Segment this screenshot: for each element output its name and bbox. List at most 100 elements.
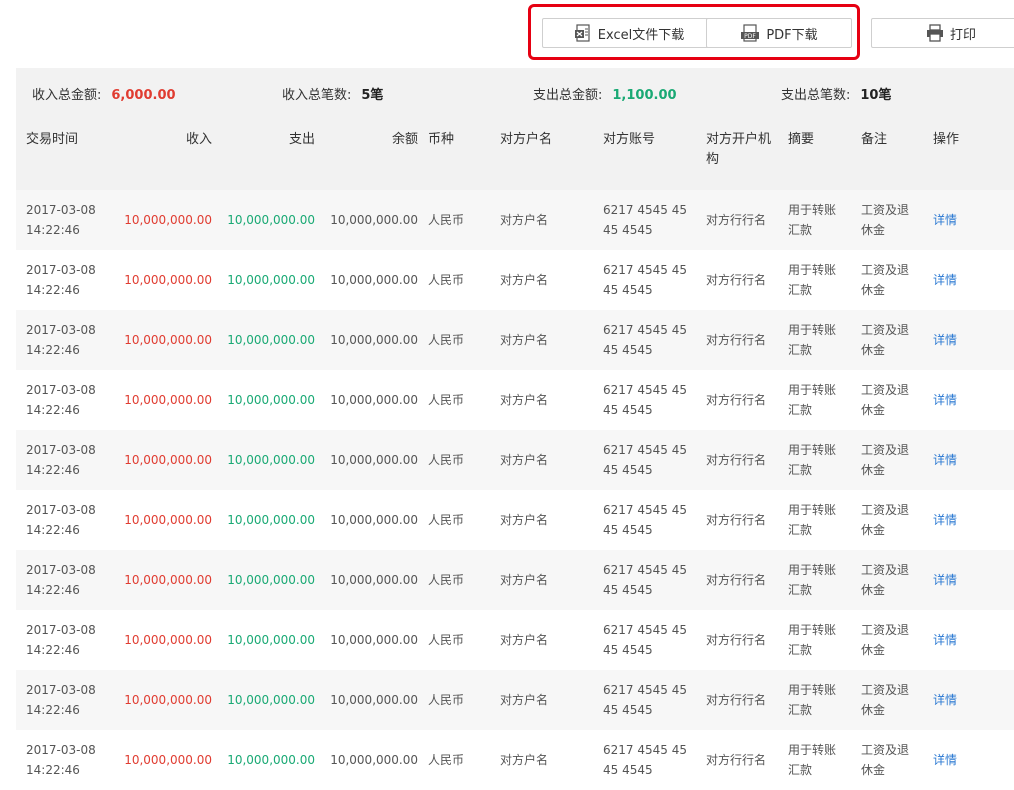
cell-summary: 用于转账汇款: [778, 250, 851, 310]
print-label: 打印: [949, 27, 976, 43]
cell-counterparty-name-text: 对方户名: [500, 333, 549, 347]
transaction-time: 14:22:46: [26, 643, 80, 657]
cell-counterparty-name-text: 对方户名: [500, 753, 549, 767]
transaction-time: 14:22:46: [26, 763, 80, 777]
transaction-time: 14:22:46: [26, 463, 80, 477]
cell-remark-text: 工资及退休金: [861, 743, 910, 777]
column-header-counterparty-name: 对方户名: [490, 118, 593, 190]
cell-expense: 10,000,000.00: [212, 190, 315, 250]
income-total-value: 6,000.00: [111, 88, 176, 103]
cell-expense: 10,000,000.00: [212, 670, 315, 730]
excel-file-icon: [574, 24, 592, 42]
cell-expense-text: 10,000,000.00: [227, 393, 315, 407]
cell-counterparty-name-text: 对方户名: [500, 633, 549, 647]
cell-datetime: 2017-03-08 14:22:46: [16, 430, 111, 490]
detail-link[interactable]: 详情: [933, 333, 957, 347]
detail-link[interactable]: 详情: [933, 753, 957, 767]
cell-remark: 工资及退休金: [851, 610, 923, 670]
cell-balance-text: 10,000,000.00: [330, 693, 418, 707]
column-header-action: 操作: [923, 118, 1014, 190]
cell-counterparty-bank: 对方行行名: [696, 550, 778, 610]
table-row: 2017-03-08 14:22:46 10,000,000.00 10,000,00…: [16, 250, 1014, 310]
cell-income-text: 10,000,000.00: [124, 213, 212, 227]
cell-counterparty-bank: 对方行行名: [696, 250, 778, 310]
transaction-date: 2017-03-08: [26, 503, 96, 517]
table-row: 2017-03-08 14:22:46 10,000,000.00 10,000,00…: [16, 430, 1014, 490]
expense-total-value: 1,100.00: [612, 88, 677, 103]
pdf-download-button[interactable]: PDF PDF下载: [706, 18, 852, 48]
cell-expense: 10,000,000.00: [212, 610, 315, 670]
cell-expense: 10,000,000.00: [212, 730, 315, 790]
table-row: 2017-03-08 14:22:46 10,000,000.00 10,000,00…: [16, 610, 1014, 670]
cell-currency-text: 人民币: [428, 333, 465, 347]
income-count-label: 收入总笔数:: [282, 88, 352, 103]
detail-link[interactable]: 详情: [933, 273, 957, 287]
column-header-currency: 币种: [418, 118, 490, 190]
print-button[interactable]: 打印: [871, 18, 1014, 48]
cell-balance: 10,000,000.00: [315, 730, 418, 790]
cell-income: 10,000,000.00: [111, 250, 212, 310]
cell-counterparty-bank: 对方行行名: [696, 490, 778, 550]
cell-datetime: 2017-03-08 14:22:46: [16, 310, 111, 370]
cell-remark: 工资及退休金: [851, 490, 923, 550]
printer-icon: [926, 24, 944, 42]
cell-currency: 人民币: [418, 430, 490, 490]
detail-link[interactable]: 详情: [933, 513, 957, 527]
cell-action: 详情: [923, 610, 1014, 670]
transaction-table: 交易时间 收入 支出 余额 币种 对方户名 对方账号 对方开户机构 摘要 备注 …: [16, 118, 1014, 790]
cell-counterparty-account: 6217 4545 45 45 4545: [593, 730, 696, 790]
cell-income: 10,000,000.00: [111, 550, 212, 610]
cell-summary-text: 用于转账汇款: [788, 263, 837, 297]
cell-balance-text: 10,000,000.00: [330, 333, 418, 347]
detail-link[interactable]: 详情: [933, 573, 957, 587]
cell-datetime: 2017-03-08 14:22:46: [16, 190, 111, 250]
column-header-time: 交易时间: [16, 118, 111, 190]
cell-counterparty-account-text: 6217 4545 45 45 4545: [603, 623, 687, 657]
cell-balance: 10,000,000.00: [315, 250, 418, 310]
cell-counterparty-bank: 对方行行名: [696, 430, 778, 490]
cell-counterparty-bank: 对方行行名: [696, 190, 778, 250]
table-row: 2017-03-08 14:22:46 10,000,000.00 10,000,00…: [16, 730, 1014, 790]
detail-link[interactable]: 详情: [933, 453, 957, 467]
cell-datetime: 2017-03-08 14:22:46: [16, 370, 111, 430]
cell-income-text: 10,000,000.00: [124, 513, 212, 527]
cell-currency: 人民币: [418, 490, 490, 550]
cell-summary: 用于转账汇款: [778, 370, 851, 430]
cell-summary-text: 用于转账汇款: [788, 383, 837, 417]
column-header-counterparty-bank: 对方开户机构: [696, 118, 778, 190]
cell-income: 10,000,000.00: [111, 430, 212, 490]
cell-currency: 人民币: [418, 310, 490, 370]
transaction-date: 2017-03-08: [26, 743, 96, 757]
excel-download-label: Excel文件下载: [597, 27, 685, 43]
toolbar: Excel文件下载 PDF PDF下载 打印: [0, 0, 1014, 68]
cell-action: 详情: [923, 550, 1014, 610]
cell-counterparty-name-text: 对方户名: [500, 273, 549, 287]
detail-link[interactable]: 详情: [933, 213, 957, 227]
cell-remark: 工资及退休金: [851, 730, 923, 790]
cell-balance-text: 10,000,000.00: [330, 453, 418, 467]
detail-link[interactable]: 详情: [933, 633, 957, 647]
cell-counterparty-account-text: 6217 4545 45 45 4545: [603, 683, 687, 717]
cell-counterparty-bank: 对方行行名: [696, 370, 778, 430]
cell-currency-text: 人民币: [428, 753, 465, 767]
cell-balance: 10,000,000.00: [315, 550, 418, 610]
detail-link[interactable]: 详情: [933, 693, 957, 707]
cell-summary-text: 用于转账汇款: [788, 443, 837, 477]
cell-counterparty-name: 对方户名: [490, 550, 593, 610]
transaction-time: 14:22:46: [26, 703, 80, 717]
excel-download-button[interactable]: Excel文件下载: [542, 18, 716, 48]
pdf-download-label: PDF下载: [766, 27, 818, 43]
cell-summary: 用于转账汇款: [778, 610, 851, 670]
cell-summary-text: 用于转账汇款: [788, 503, 837, 537]
cell-counterparty-account: 6217 4545 45 45 4545: [593, 550, 696, 610]
detail-link[interactable]: 详情: [933, 393, 957, 407]
cell-currency: 人民币: [418, 610, 490, 670]
cell-counterparty-name: 对方户名: [490, 730, 593, 790]
cell-expense: 10,000,000.00: [212, 370, 315, 430]
expense-count-value: 10笔: [860, 88, 892, 103]
table-row: 2017-03-08 14:22:46 10,000,000.00 10,000,00…: [16, 670, 1014, 730]
cell-remark-text: 工资及退休金: [861, 563, 910, 597]
expense-total: 支出总金额: 1,100.00: [533, 84, 677, 103]
cell-counterparty-bank-text: 对方行行名: [706, 273, 767, 287]
cell-currency-text: 人民币: [428, 213, 465, 227]
